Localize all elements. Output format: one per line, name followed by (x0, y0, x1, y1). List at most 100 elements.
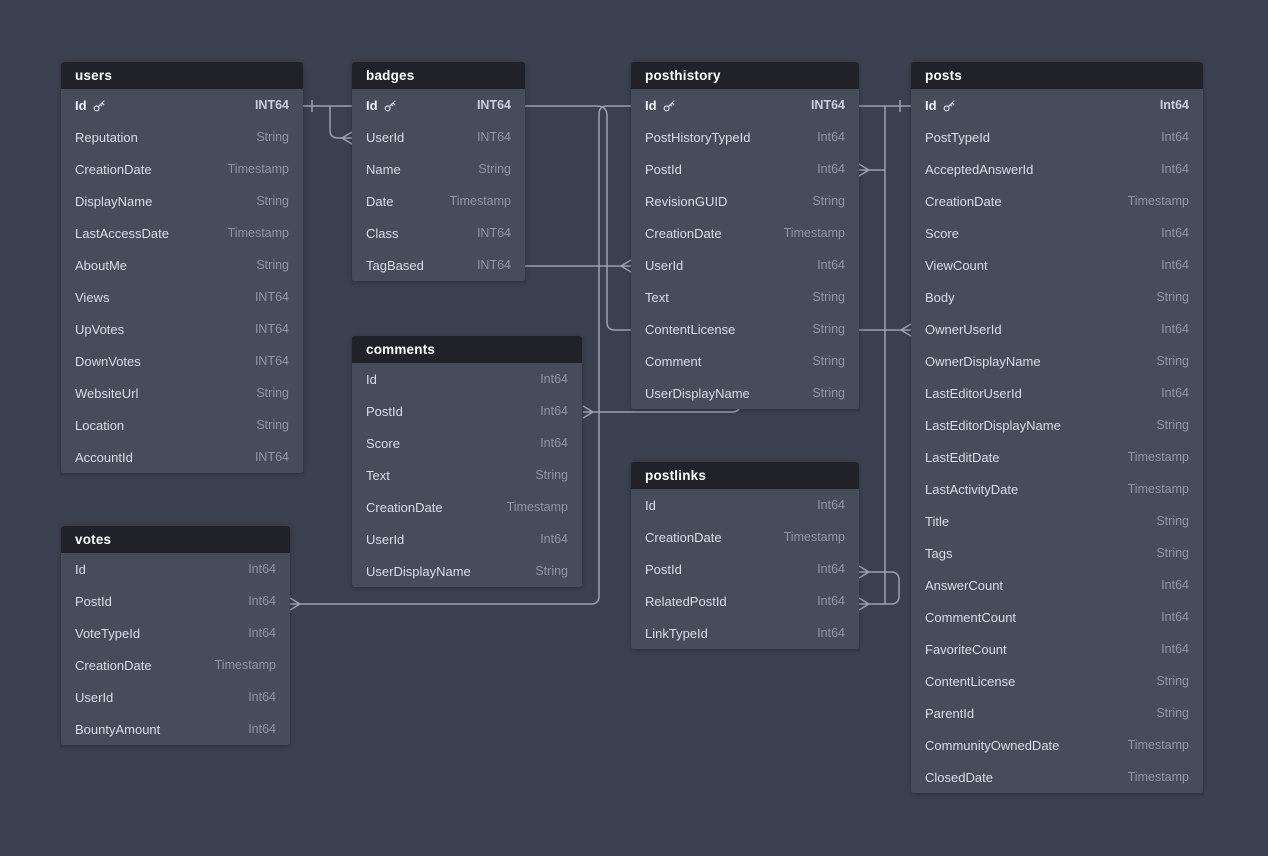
table-card-comments[interactable]: comments Id Int64 PostId Int64 Score Int… (352, 336, 582, 587)
field-name: Location (75, 418, 124, 433)
table-card-postlinks[interactable]: postlinks Id Int64 CreationDate Timestam… (631, 462, 859, 649)
field-name: LastEditorUserId (925, 386, 1022, 401)
table-field-row: Id Int64 (352, 363, 582, 395)
table-field-row: TagBased INT64 (352, 249, 525, 281)
field-type: INT64 (477, 226, 511, 240)
table-field-row: RevisionGUID String (631, 185, 859, 217)
field-type: String (812, 290, 845, 304)
field-name: VoteTypeId (75, 626, 140, 641)
field-name: CreationDate (75, 658, 152, 673)
table-title[interactable]: postlinks (631, 462, 859, 489)
field-name: PostId (645, 162, 682, 177)
field-name: Id (366, 98, 397, 113)
table-field-row: UserId INT64 (352, 121, 525, 153)
field-type: String (256, 130, 289, 144)
crow-foot-many-marker (859, 598, 869, 610)
field-type: String (1156, 290, 1189, 304)
field-type: Timestamp (784, 530, 845, 544)
table-title[interactable]: users (61, 62, 303, 89)
table-field-row: Id Int64 (61, 553, 290, 585)
crow-foot-many-marker (290, 598, 300, 610)
table-field-row: Id INT64 (61, 89, 303, 121)
field-type: String (256, 258, 289, 272)
field-name: PostTypeId (925, 130, 990, 145)
field-name: ContentLicense (645, 322, 735, 337)
table-card-posts[interactable]: posts Id Int64 PostTypeId Int64 Accepted… (911, 62, 1203, 793)
table-field-row: Views INT64 (61, 281, 303, 313)
table-field-row: PostId Int64 (61, 585, 290, 617)
field-type: Int64 (817, 162, 845, 176)
field-name: Id (645, 98, 676, 113)
table-field-row: UpVotes INT64 (61, 313, 303, 345)
table-field-row: VoteTypeId Int64 (61, 617, 290, 649)
field-type: Int64 (248, 594, 276, 608)
field-name: Name (366, 162, 401, 177)
field-type: Timestamp (228, 226, 289, 240)
field-type: Timestamp (1128, 194, 1189, 208)
field-name: AnswerCount (925, 578, 1003, 593)
table-title[interactable]: posthistory (631, 62, 859, 89)
field-name: Text (366, 468, 390, 483)
table-field-row: Tags String (911, 537, 1203, 569)
field-type: INT64 (255, 450, 289, 464)
table-card-users[interactable]: users Id INT64 Reputation String Creatio… (61, 62, 303, 473)
table-field-row: CreationDate Timestamp (631, 521, 859, 553)
crow-foot-many-marker (342, 132, 352, 144)
field-type: Int64 (817, 594, 845, 608)
field-name: FavoriteCount (925, 642, 1007, 657)
table-field-row: LastEditorDisplayName String (911, 409, 1203, 441)
table-field-row: AboutMe String (61, 249, 303, 281)
field-type: INT64 (477, 98, 511, 112)
table-field-row: PostId Int64 (631, 553, 859, 585)
table-field-row: LinkTypeId Int64 (631, 617, 859, 649)
table-field-row: CreationDate Timestamp (631, 217, 859, 249)
field-name: Id (75, 98, 106, 113)
field-type: INT64 (811, 98, 845, 112)
field-name: LinkTypeId (645, 626, 708, 641)
table-field-row: Id Int64 (631, 489, 859, 521)
field-name: Class (366, 226, 399, 241)
table-field-row: OwnerUserId Int64 (911, 313, 1203, 345)
field-name: CreationDate (75, 162, 152, 177)
field-type: Int64 (540, 404, 568, 418)
field-name: CommunityOwnedDate (925, 738, 1059, 753)
table-field-row: UserId Int64 (352, 523, 582, 555)
field-type: String (478, 162, 511, 176)
table-field-row: ClosedDate Timestamp (911, 761, 1203, 793)
table-field-row: LastEditDate Timestamp (911, 441, 1203, 473)
table-field-row: CommentCount Int64 (911, 601, 1203, 633)
primary-key-icon (943, 99, 956, 112)
field-type: Int64 (1161, 610, 1189, 624)
field-type: String (256, 418, 289, 432)
field-name: Score (925, 226, 959, 241)
table-field-row: PostHistoryTypeId Int64 (631, 121, 859, 153)
field-name: OwnerDisplayName (925, 354, 1041, 369)
table-field-row: OwnerDisplayName String (911, 345, 1203, 377)
table-title[interactable]: comments (352, 336, 582, 363)
field-type: Timestamp (507, 500, 568, 514)
field-name: CreationDate (366, 500, 443, 515)
table-field-row: Id Int64 (911, 89, 1203, 121)
field-name: Title (925, 514, 949, 529)
field-name: PostId (645, 562, 682, 577)
field-type: Int64 (817, 562, 845, 576)
table-card-votes[interactable]: votes Id Int64 PostId Int64 VoteTypeId I… (61, 526, 290, 745)
field-type: String (535, 468, 568, 482)
table-card-badges[interactable]: badges Id INT64 UserId INT64 Name String… (352, 62, 525, 281)
table-title[interactable]: votes (61, 526, 290, 553)
table-field-row: CommunityOwnedDate Timestamp (911, 729, 1203, 761)
table-field-row: AccountId INT64 (61, 441, 303, 473)
field-name: Id (925, 98, 956, 113)
table-field-row: Title String (911, 505, 1203, 537)
table-card-posthistory[interactable]: posthistory Id INT64 PostHistoryTypeId I… (631, 62, 859, 409)
table-title[interactable]: posts (911, 62, 1203, 89)
field-name: ContentLicense (925, 674, 1015, 689)
primary-key-icon (93, 99, 106, 112)
table-title[interactable]: badges (352, 62, 525, 89)
field-name: Comment (645, 354, 701, 369)
field-name: Text (645, 290, 669, 305)
field-type: String (1156, 546, 1189, 560)
field-name: CreationDate (645, 530, 722, 545)
field-type: INT64 (255, 322, 289, 336)
table-field-row: Id INT64 (631, 89, 859, 121)
